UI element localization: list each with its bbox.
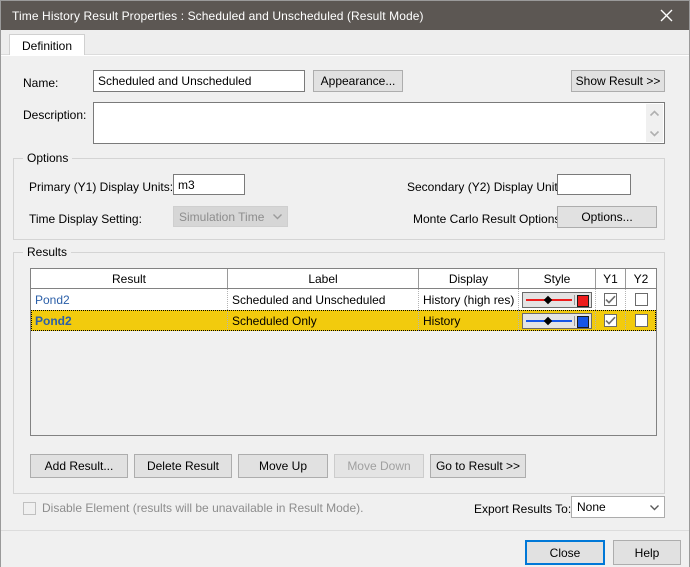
cell-y1[interactable] — [596, 289, 626, 310]
column-header-result[interactable]: Result — [31, 269, 228, 288]
tab-strip: Definition — [1, 30, 689, 56]
cell-label[interactable]: Scheduled Only — [228, 310, 419, 331]
time-display-label: Time Display Setting: — [29, 212, 142, 226]
secondary-units-input[interactable] — [557, 174, 631, 195]
results-group-title: Results — [23, 245, 72, 259]
style-marker-icon — [543, 295, 553, 304]
dialog-content: Name: Scheduled and Unscheduled Appearan… — [1, 55, 689, 567]
color-swatch[interactable] — [577, 294, 589, 307]
disable-element-checkbox[interactable]: Disable Element (results will be unavail… — [23, 501, 363, 515]
time-display-value: Simulation Time — [179, 209, 265, 224]
help-button[interactable]: Help — [613, 540, 681, 565]
chevron-down-icon[interactable] — [649, 127, 660, 139]
style-marker-icon — [543, 316, 553, 325]
style-preview[interactable] — [522, 312, 592, 329]
cell-result[interactable]: Pond2 — [31, 310, 228, 331]
cell-y1[interactable] — [596, 310, 626, 331]
results-grid-header: Result Label Display Style Y1 Y2 — [31, 269, 656, 289]
column-header-y2[interactable]: Y2 — [626, 269, 656, 288]
chevron-up-icon[interactable] — [649, 107, 660, 119]
export-results-label: Export Results To: — [474, 502, 572, 516]
delete-result-button[interactable]: Delete Result — [134, 454, 232, 478]
y2-checkbox[interactable] — [634, 314, 648, 327]
column-header-display[interactable]: Display — [419, 269, 519, 288]
column-header-y1[interactable]: Y1 — [596, 269, 626, 288]
show-result-button[interactable]: Show Result >> — [571, 70, 665, 92]
chevron-down-icon — [267, 207, 287, 226]
monte-carlo-label: Monte Carlo Result Options: — [413, 212, 564, 226]
style-preview[interactable] — [522, 291, 592, 308]
table-row[interactable]: Pond2 Scheduled Only History — [31, 310, 656, 331]
description-label: Description: — [23, 108, 87, 122]
time-display-select[interactable]: Simulation Time — [173, 206, 288, 227]
go-to-result-button[interactable]: Go to Result >> — [430, 454, 526, 478]
cell-y2[interactable] — [626, 310, 656, 331]
cell-label[interactable]: Scheduled and Unscheduled — [228, 289, 419, 310]
secondary-units-label: Secondary (Y2) Display Units: — [407, 180, 568, 194]
export-results-value: None — [577, 500, 606, 514]
cell-display[interactable]: History — [419, 310, 519, 331]
name-label: Name: — [23, 76, 59, 90]
cell-y2[interactable] — [626, 289, 656, 310]
y2-checkbox[interactable] — [634, 293, 648, 306]
style-separator — [574, 294, 575, 305]
appearance-button[interactable]: Appearance... — [313, 70, 403, 92]
style-separator — [574, 315, 575, 326]
description-scrollbar[interactable] — [646, 104, 663, 142]
cell-display[interactable]: History (high res) — [419, 289, 519, 310]
close-icon[interactable] — [644, 1, 689, 30]
description-input[interactable] — [93, 102, 665, 144]
add-result-button[interactable]: Add Result... — [30, 454, 128, 478]
primary-units-input[interactable]: m3 — [173, 174, 245, 195]
dialog-window: Time History Result Properties : Schedul… — [0, 0, 690, 567]
primary-units-label: Primary (Y1) Display Units: — [29, 180, 174, 194]
disable-element-label: Disable Element (results will be unavail… — [42, 501, 364, 515]
export-results-select[interactable]: None — [571, 496, 665, 518]
table-row[interactable]: Pond2 Scheduled and Unscheduled History … — [31, 289, 656, 310]
chevron-down-icon[interactable] — [644, 497, 664, 517]
y1-checkbox[interactable] — [604, 314, 617, 327]
y1-checkbox[interactable] — [604, 293, 617, 306]
column-header-style[interactable]: Style — [519, 269, 596, 288]
close-button[interactable]: Close — [525, 540, 605, 565]
move-up-button[interactable]: Move Up — [238, 454, 328, 478]
color-swatch[interactable] — [577, 315, 589, 328]
window-title: Time History Result Properties : Schedul… — [12, 8, 424, 23]
monte-carlo-options-button[interactable]: Options... — [557, 206, 657, 228]
column-header-label[interactable]: Label — [228, 269, 419, 288]
titlebar: Time History Result Properties : Schedul… — [1, 1, 689, 30]
options-group-title: Options — [23, 151, 73, 165]
footer-divider — [1, 530, 689, 531]
tab-definition[interactable]: Definition — [9, 34, 86, 56]
name-input[interactable]: Scheduled and Unscheduled — [93, 70, 305, 92]
cell-style[interactable] — [519, 310, 596, 331]
cell-result[interactable]: Pond2 — [31, 289, 228, 310]
checkbox-box[interactable] — [23, 501, 36, 515]
move-down-button[interactable]: Move Down — [334, 454, 424, 478]
cell-style[interactable] — [519, 289, 596, 310]
results-grid[interactable]: Result Label Display Style Y1 Y2 Pond2 S… — [30, 268, 657, 436]
